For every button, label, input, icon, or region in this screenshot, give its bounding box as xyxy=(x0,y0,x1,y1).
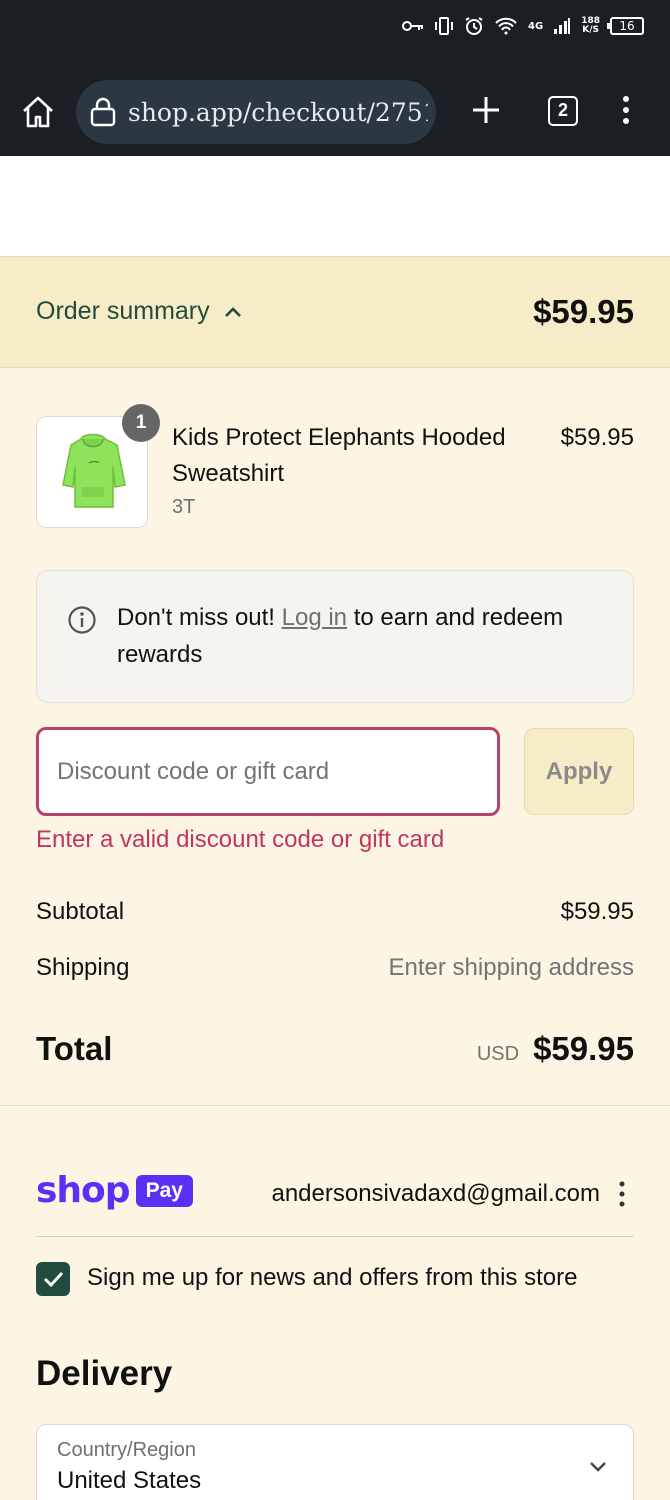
chevron-up-icon xyxy=(224,306,241,317)
newsletter-checkbox[interactable] xyxy=(36,1262,70,1296)
newsletter-label[interactable]: Sign me up for news and offers from this… xyxy=(87,1264,577,1292)
home-icon[interactable] xyxy=(20,94,56,130)
checkmark-icon xyxy=(43,1271,64,1288)
order-summary-label: Order summary xyxy=(36,297,210,325)
order-summary-total: $59.95 xyxy=(533,293,634,330)
rewards-text-before: Don't miss out! xyxy=(117,604,282,631)
browser-toolbar: shop.app/checkout/27512 2 xyxy=(0,60,670,156)
currency-code: USD xyxy=(476,1043,520,1065)
status-icons: 4G 188 K/S 16 xyxy=(402,16,644,36)
discount-error-message: Enter a valid discount code or gift card xyxy=(36,826,445,853)
lock-icon xyxy=(90,97,116,127)
country-region-value: United States xyxy=(57,1467,202,1494)
alarm-icon xyxy=(465,17,483,35)
total-label: Total xyxy=(36,1030,113,1067)
account-menu-icon[interactable] xyxy=(614,1180,630,1208)
rewards-banner: Don't miss out! Log in to earn and redee… xyxy=(36,570,634,703)
vpn-key-icon xyxy=(402,21,424,31)
status-bar: 4G 188 K/S 16 xyxy=(0,0,670,60)
subtotal-label: Subtotal xyxy=(36,898,125,925)
product-price: $59.95 xyxy=(560,424,634,451)
subtotal-row: Subtotal $59.95 xyxy=(36,898,634,926)
delivery-heading: Delivery xyxy=(36,1354,173,1393)
country-region-label: Country/Region xyxy=(57,1439,196,1461)
battery-icon: 16 xyxy=(607,17,644,35)
overflow-menu-icon[interactable] xyxy=(614,94,638,126)
shop-pay-logo: shop Pay xyxy=(36,1170,193,1211)
order-summary-bar: Order summary $59.95 xyxy=(0,256,670,368)
quantity-badge: 1 xyxy=(122,404,160,442)
shipping-label: Shipping xyxy=(36,954,130,981)
header-space xyxy=(0,156,670,256)
signal-icon xyxy=(554,18,571,34)
product-variant: 3T xyxy=(172,496,196,518)
network-type: 4G xyxy=(528,20,544,32)
subtotal-value: $59.95 xyxy=(560,898,634,925)
login-link[interactable]: Log in xyxy=(282,604,347,631)
url-text: shop.app/checkout/27512 xyxy=(128,97,428,127)
section-divider xyxy=(0,1105,670,1106)
country-region-select[interactable]: Country/Region United States xyxy=(36,1424,634,1500)
total-amount: USD $59.95 xyxy=(477,1030,634,1068)
total-row: Total USD $59.95 xyxy=(36,1030,634,1068)
address-bar[interactable]: shop.app/checkout/27512 xyxy=(76,80,436,144)
net-speed-unit: K/S xyxy=(582,25,599,35)
account-divider xyxy=(36,1236,634,1237)
shop-pay-badge: Pay xyxy=(135,1174,193,1207)
new-tab-icon[interactable] xyxy=(470,94,502,126)
product-name: Kids Protect Elephants Hooded Sweatshirt xyxy=(172,424,506,487)
tab-switcher-button[interactable]: 2 xyxy=(548,96,578,126)
rewards-message: Don't miss out! Log in to earn and redee… xyxy=(117,599,607,673)
net-speed: 188 K/S xyxy=(581,17,600,35)
order-summary-toggle[interactable]: Order summary xyxy=(36,297,242,326)
shipping-row: Shipping Enter shipping address xyxy=(36,954,634,982)
wifi-icon xyxy=(495,17,517,35)
chevron-down-icon xyxy=(590,1462,606,1472)
discount-code-input[interactable] xyxy=(36,727,500,816)
product-line-item: 1 Kids Protect Elephants Hooded Sweatshi… xyxy=(36,404,634,528)
total-value: $59.95 xyxy=(533,1030,634,1067)
info-icon xyxy=(68,606,96,634)
account-email: andersonsivadaxd@gmail.com xyxy=(271,1180,600,1207)
shipping-value: Enter shipping address xyxy=(388,954,634,981)
shop-pay-wordmark: shop xyxy=(36,1170,131,1211)
vibrate-icon xyxy=(435,17,454,35)
apply-discount-button[interactable]: Apply xyxy=(524,728,634,815)
